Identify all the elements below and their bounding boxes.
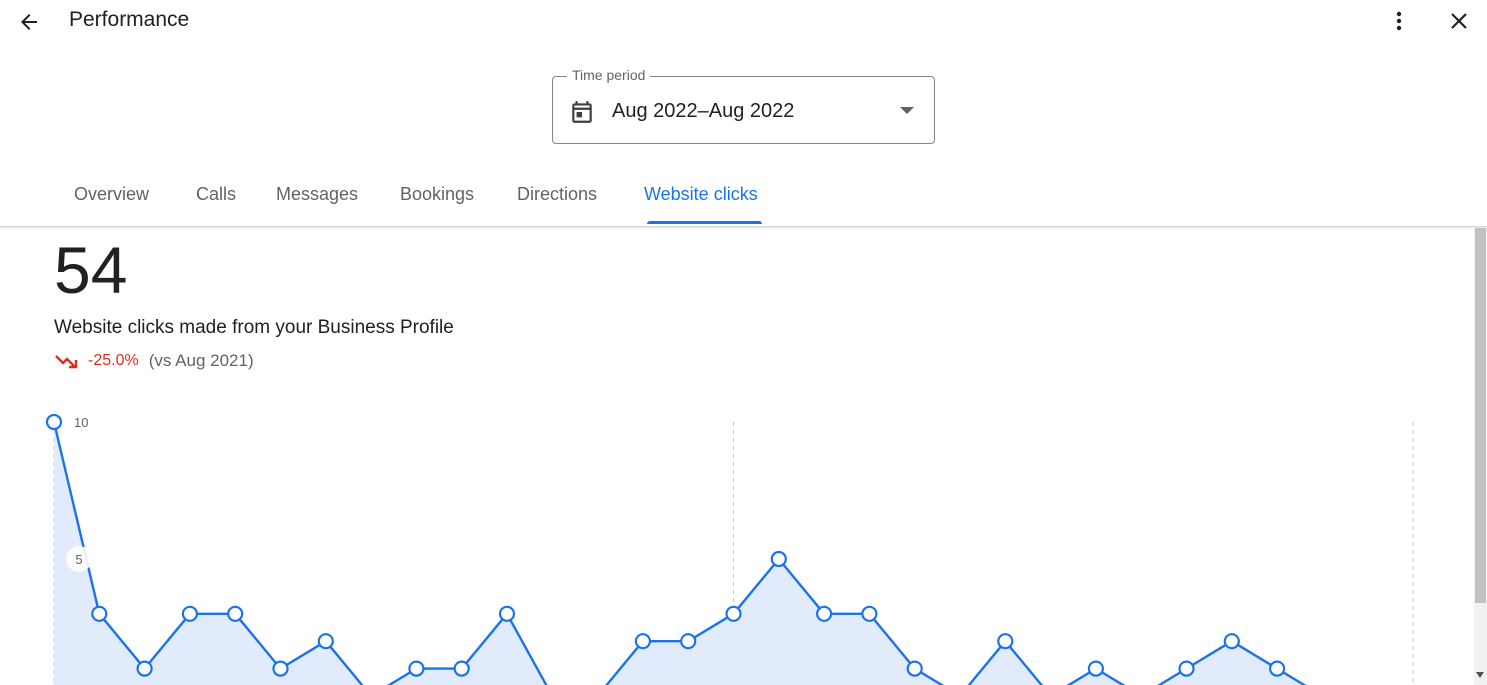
vertical-scrollbar[interactable] (1474, 228, 1487, 685)
time-period-select[interactable]: Time period Aug 2022–Aug 2022 (552, 67, 935, 144)
time-period-label: Time period (567, 67, 651, 83)
content-area: 54 Website clicks made from your Busines… (0, 228, 1474, 685)
scrollbar-thumb[interactable] (1475, 228, 1486, 603)
website-clicks-chart: 10 5 (45, 413, 1414, 685)
chart-point-10 (453, 660, 470, 677)
chart-point-18 (815, 605, 833, 622)
back-button[interactable] (14, 8, 44, 36)
chart-point-7 (317, 633, 334, 650)
tab-directions[interactable]: Directions (517, 184, 597, 205)
chart-point-6 (272, 660, 289, 677)
tab-calls[interactable]: Calls (196, 184, 236, 205)
chart-point-20 (906, 660, 923, 677)
tab-bookings[interactable]: Bookings (400, 184, 474, 205)
chart-point-28 (1268, 660, 1286, 677)
top-bar: Performance (0, 0, 1487, 44)
chart-point-17 (770, 550, 787, 568)
tab-website-clicks[interactable]: Website clicks (644, 184, 758, 205)
dropdown-caret-icon (900, 107, 914, 114)
y-tick-label: 5 (75, 552, 82, 567)
y-tick-label: 10 (74, 415, 88, 430)
arrow-left-icon (21, 14, 37, 30)
tab-overview[interactable]: Overview (74, 184, 149, 205)
active-tab-indicator (647, 221, 762, 224)
chart-point-14 (634, 633, 652, 650)
tab-messages[interactable]: Messages (276, 184, 358, 205)
more-options-button[interactable] (1385, 6, 1413, 36)
chart-point-26 (1178, 660, 1195, 677)
close-icon (1451, 13, 1467, 29)
calendar-icon (572, 101, 592, 123)
chart-point-9 (408, 660, 425, 677)
page-title: Performance (69, 8, 190, 31)
chart-point-15 (680, 633, 697, 650)
chart-point-1 (45, 413, 63, 431)
chart-point-4 (181, 605, 198, 622)
time-period-value: Aug 2022–Aug 2022 (612, 100, 795, 122)
chart-point-11 (498, 605, 516, 622)
more-vert-icon (1396, 11, 1402, 31)
scroll-down-arrow-icon[interactable] (1476, 672, 1484, 678)
chart-point-19 (861, 605, 878, 622)
chart-point-5 (227, 605, 244, 622)
chart-point-24 (1087, 660, 1105, 677)
tab-bar: Overview Calls Messages Bookings Directi… (0, 170, 1487, 226)
chart-point-22 (997, 633, 1014, 650)
chart-point-16 (725, 605, 742, 622)
chart-point-27 (1223, 633, 1240, 650)
chart-point-3 (136, 660, 153, 677)
chart-point-2 (91, 605, 108, 622)
close-button[interactable] (1445, 6, 1473, 36)
